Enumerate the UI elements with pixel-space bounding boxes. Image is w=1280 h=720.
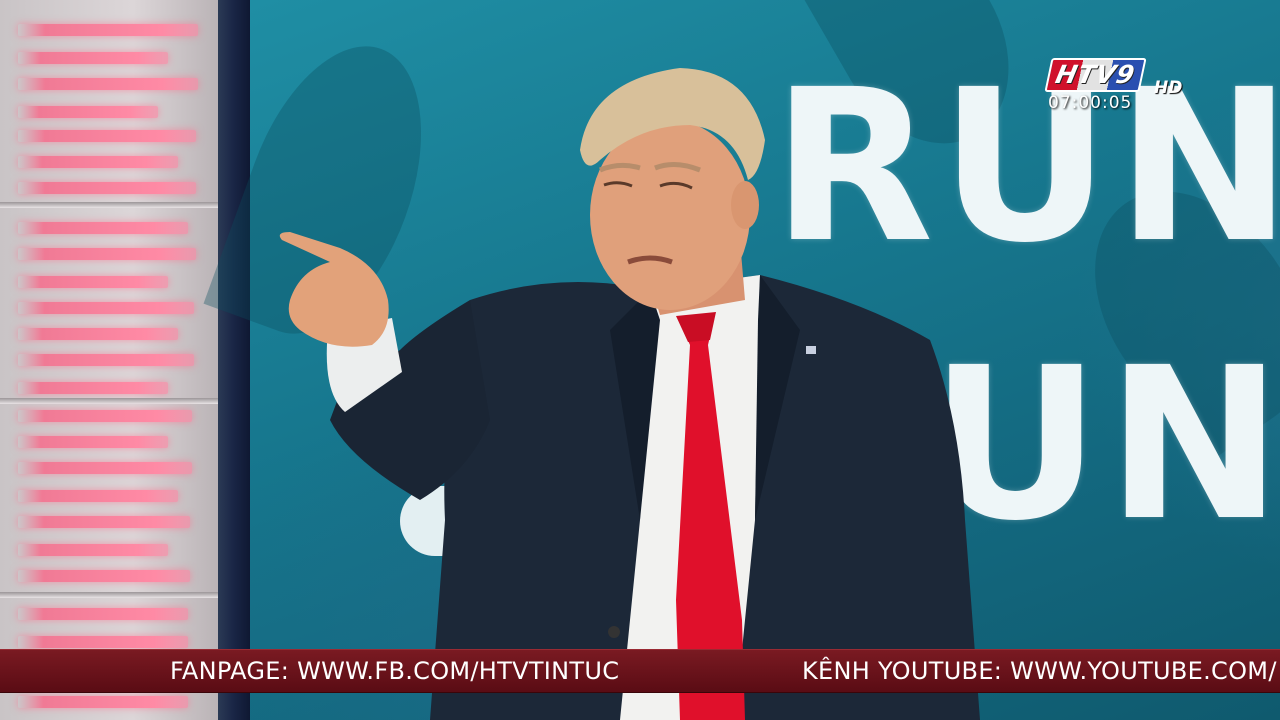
ticker-item-youtube: KÊNH YOUTUBE: WWW.YOUTUBE.COM/ [802, 657, 1277, 685]
ticker-item-fanpage: FANPAGE: WWW.FB.COM/HTVTINTUC [170, 657, 620, 685]
channel-logo-text: HTV9 [1044, 58, 1147, 92]
news-ticker: FANPAGE: WWW.FB.COM/HTVTINTUC KÊNH YOUTU… [0, 649, 1280, 693]
pointing-hand [279, 232, 389, 347]
broadcast-clock: 07:00:05 [1048, 93, 1133, 113]
jacket-button [608, 626, 620, 638]
ear [731, 181, 759, 229]
hd-badge: HD [1154, 78, 1183, 98]
video-frame: RUN UNT H [0, 0, 1280, 720]
flag-pin [806, 346, 816, 354]
